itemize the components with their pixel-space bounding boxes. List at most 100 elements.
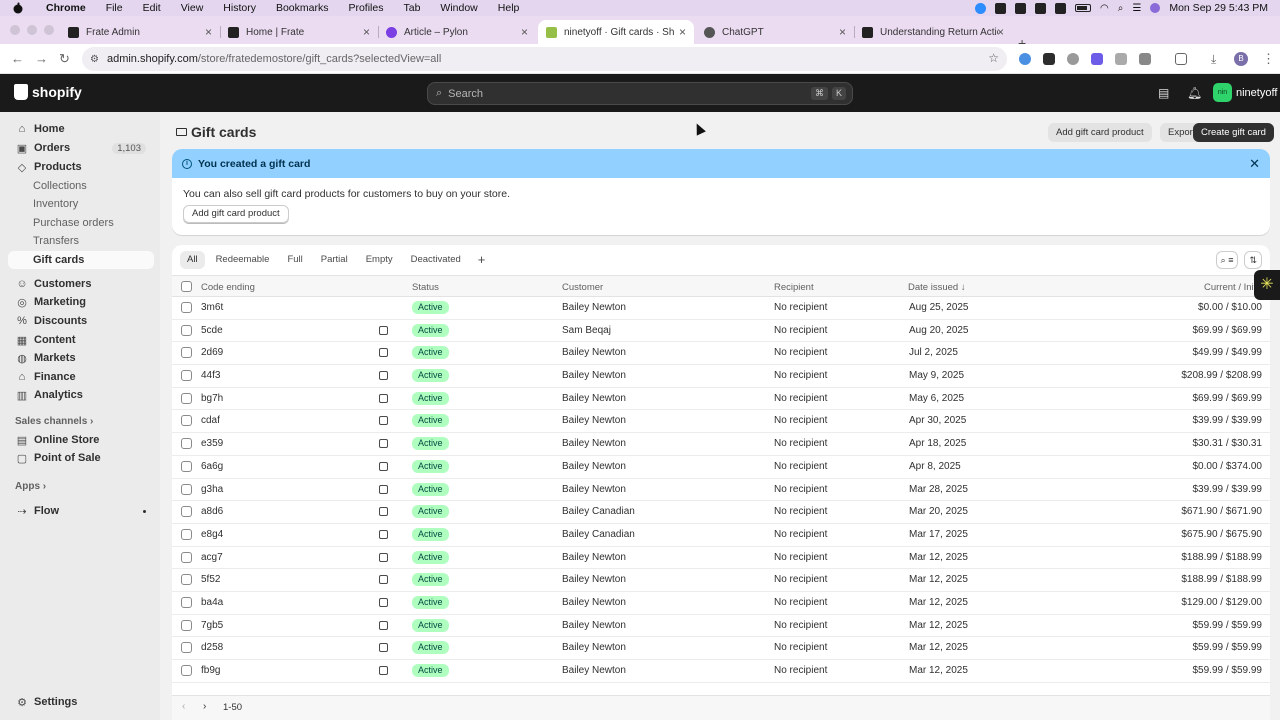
sidebar-item-analytics[interactable]: ▥ Analytics xyxy=(8,386,154,404)
row-checkbox[interactable] xyxy=(181,596,192,608)
close-window-button[interactable] xyxy=(10,25,20,35)
close-tab-icon[interactable]: × xyxy=(363,25,370,39)
browser-tab[interactable]: ChatGPT × xyxy=(696,20,854,44)
table-row[interactable]: 3m6t Active Bailey Newton No recipient Aug 2… xyxy=(172,297,1270,320)
sidebar-item-online-store[interactable]: ▤ Online Store xyxy=(8,431,154,449)
sidebar-item-marketing[interactable]: ◎ Marketing xyxy=(8,293,154,311)
bookmark-star-icon[interactable]: ☆ xyxy=(988,51,999,65)
table-row[interactable]: acg7 Active Bailey Newton No recipient Mar 1… xyxy=(172,547,1270,570)
close-tab-icon[interactable]: × xyxy=(205,25,212,39)
floating-widget-icon[interactable]: ✳ xyxy=(1254,270,1280,300)
sidebar-item-inventory[interactable]: Inventory xyxy=(8,195,154,213)
back-icon[interactable]: ← xyxy=(11,51,24,66)
apple-icon[interactable] xyxy=(12,2,24,14)
view-tab-deactivated[interactable]: Deactivated xyxy=(404,251,468,269)
close-tab-icon[interactable]: × xyxy=(839,25,846,39)
table-row[interactable]: 5f52 Active Bailey Newton No recipient Mar 1… xyxy=(172,569,1270,592)
menu-history[interactable]: History xyxy=(213,2,266,14)
sidebar-item-collections[interactable]: Collections xyxy=(8,177,154,195)
address-bar[interactable]: ⚙ admin.shopify.com/store/fratedemostore… xyxy=(82,47,1007,71)
extension-icon[interactable] xyxy=(1043,53,1055,65)
row-checkbox[interactable] xyxy=(181,392,192,404)
control-center-icon[interactable]: ☰ xyxy=(1132,3,1141,14)
sidebar-item-discounts[interactable]: % Discounts xyxy=(8,312,154,330)
sidebar-item-products[interactable]: ◇ Products xyxy=(8,158,154,176)
row-checkbox[interactable] xyxy=(181,415,192,427)
table-row[interactable]: d258 Active Bailey Newton No recipient Mar 1… xyxy=(172,637,1270,660)
menu-bookmarks[interactable]: Bookmarks xyxy=(266,2,339,14)
wifi-icon[interactable]: ◠ xyxy=(1100,3,1109,14)
row-checkbox[interactable] xyxy=(181,551,192,563)
siri-icon[interactable] xyxy=(1150,3,1161,13)
clock[interactable]: Mon Sep 29 5:43 PM xyxy=(1169,2,1268,14)
spotlight-icon[interactable]: ⌕ xyxy=(1118,3,1124,14)
zoom-window-button[interactable] xyxy=(44,25,54,35)
view-tab-empty[interactable]: Empty xyxy=(359,251,400,269)
shopify-logo[interactable]: shopify xyxy=(14,84,82,100)
view-tab-redeemable[interactable]: Redeemable xyxy=(209,251,277,269)
table-row[interactable]: 6a6g Active Bailey Newton No recipient Apr 8… xyxy=(172,456,1270,479)
apps-heading[interactable]: Apps › xyxy=(15,481,46,492)
side-panel-icon[interactable] xyxy=(1175,53,1187,65)
row-checkbox[interactable] xyxy=(181,370,192,382)
row-checkbox[interactable] xyxy=(181,619,192,631)
column-recipient[interactable]: Recipient xyxy=(774,282,814,293)
menu-profiles[interactable]: Profiles xyxy=(338,2,393,14)
record-icon[interactable] xyxy=(995,2,1007,14)
extension-icon[interactable] xyxy=(1115,53,1127,65)
sort-icon[interactable]: ⇅ xyxy=(1244,251,1262,269)
row-checkbox[interactable] xyxy=(181,574,192,586)
browser-tab[interactable]: Understanding Return Action × xyxy=(854,20,1012,44)
sidebar-item-gift-cards[interactable]: Gift cards xyxy=(8,251,154,269)
column-customer[interactable]: Customer xyxy=(562,282,603,293)
table-row[interactable]: 2d69 Active Bailey Newton No recipient Jul 2… xyxy=(172,342,1270,366)
menu-window[interactable]: Window xyxy=(430,2,487,14)
menu-tab[interactable]: Tab xyxy=(393,2,430,14)
row-checkbox[interactable] xyxy=(181,438,192,450)
extension-icon[interactable] xyxy=(1091,53,1103,65)
table-row[interactable]: e359 Active Bailey Newton No recipient Apr 1… xyxy=(172,433,1270,456)
row-checkbox[interactable] xyxy=(181,324,192,336)
table-row[interactable]: a8d6 Active Bailey Canadian No recipient Mar… xyxy=(172,501,1270,524)
sidebar-item-content[interactable]: ▦ Content xyxy=(8,331,154,349)
sidebar-item-customers[interactable]: ☺ Customers xyxy=(8,275,154,293)
chrome-menu-icon[interactable]: ⋮ xyxy=(1262,51,1275,67)
banner-add-gift-card-product-button[interactable]: Add gift card product xyxy=(183,205,289,223)
table-row[interactable]: 44f3 Active Bailey Newton No recipient May 9… xyxy=(172,365,1270,388)
close-banner-icon[interactable]: ✕ xyxy=(1249,156,1260,172)
create-gift-card-button[interactable]: Create gift card xyxy=(1193,123,1274,142)
table-row[interactable]: cdaf Active Bailey Newton No recipient Apr 3… xyxy=(172,410,1270,434)
sidebar-item-transfers[interactable]: Transfers xyxy=(8,232,154,250)
row-checkbox[interactable] xyxy=(181,642,192,654)
row-checkbox[interactable] xyxy=(181,302,192,313)
row-checkbox[interactable] xyxy=(181,506,192,518)
row-checkbox[interactable] xyxy=(181,347,192,359)
add-view-icon[interactable]: + xyxy=(472,251,492,269)
table-row[interactable]: fb9g Active Bailey Newton No recipient Mar 1… xyxy=(172,660,1270,683)
menu-view[interactable]: View xyxy=(171,2,214,14)
close-tab-icon[interactable]: × xyxy=(679,25,686,39)
browser-tab[interactable]: Article – Pylon × xyxy=(378,20,536,44)
sidebar-item-settings[interactable]: ⚙ Settings xyxy=(8,693,154,711)
store-menu[interactable]: nin ninetyoff xyxy=(1213,83,1277,102)
screen-icon[interactable] xyxy=(1015,2,1027,14)
table-row[interactable]: e8g4 Active Bailey Canadian No recipient Mar… xyxy=(172,524,1270,547)
column-date-issued[interactable]: Date issued ↓ xyxy=(908,282,966,293)
menu-help[interactable]: Help xyxy=(488,2,530,14)
table-row[interactable]: 7gb5 Active Bailey Newton No recipient Mar 1… xyxy=(172,615,1270,638)
select-all-checkbox[interactable] xyxy=(181,281,192,292)
column-code[interactable]: Code ending xyxy=(201,282,255,293)
search-input[interactable]: ⌕ Search ⌘ K xyxy=(427,82,853,105)
headphones-icon[interactable] xyxy=(1055,2,1067,14)
browser-tab-active[interactable]: ninetyoff · Gift cards · Shopify × xyxy=(538,20,694,44)
sidebar-item-home[interactable]: ⌂ Home xyxy=(8,120,154,138)
minimize-window-button[interactable] xyxy=(27,25,37,35)
notification-bell-icon[interactable]: 🔔︎ xyxy=(1187,86,1202,100)
table-row[interactable]: ba4a Active Bailey Newton No recipient Mar 1… xyxy=(172,592,1270,615)
close-tab-icon[interactable]: × xyxy=(521,25,528,39)
close-tab-icon[interactable]: × xyxy=(997,25,1004,39)
sidebar-item-finance[interactable]: ⌂ Finance xyxy=(8,368,154,386)
view-tab-full[interactable]: Full xyxy=(280,251,309,269)
notion-icon[interactable] xyxy=(1035,2,1047,14)
site-settings-icon[interactable]: ⚙ xyxy=(90,54,99,65)
